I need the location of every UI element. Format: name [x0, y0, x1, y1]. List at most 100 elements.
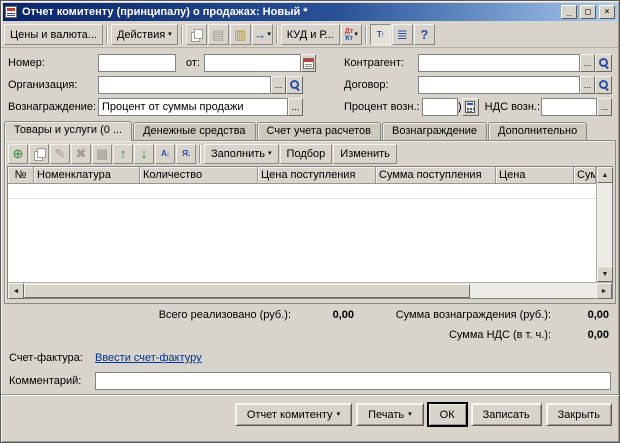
column-header-quantity[interactable]: Количество — [140, 167, 258, 184]
horizontal-scroll-track[interactable] — [24, 283, 596, 298]
tab-settlement-account[interactable]: Счет учета расчетов — [257, 122, 381, 140]
scroll-right-button[interactable]: ► — [596, 283, 612, 299]
grid-main: № Номенклатура Количество Цена поступлен… — [8, 167, 596, 282]
reports-icon: ▥ — [234, 28, 246, 41]
vat-reward-input[interactable] — [541, 98, 597, 116]
edit-row-button[interactable]: ✎ — [50, 144, 70, 164]
counterparty-group: Контрагент: ... — [344, 54, 612, 72]
pick-button[interactable]: Подбор — [280, 144, 333, 164]
date-input[interactable] — [204, 54, 301, 72]
close-button[interactable]: × — [599, 5, 615, 19]
tab-bar: Товары и услуги (0 ... Денежные средства… — [1, 120, 619, 140]
sort-ascending-button[interactable]: А↓ — [155, 144, 175, 164]
report-committent-button[interactable]: Отчет комитенту ▾ — [235, 403, 352, 426]
column-header-receipt-sum[interactable]: Сумма поступления — [376, 167, 496, 184]
comment-row: Комментарий: — [1, 368, 619, 394]
enter-invoice-link[interactable]: Ввести счет-фактуру — [95, 352, 202, 364]
prices-currency-button[interactable]: Цены и валюта... — [4, 24, 103, 45]
horizontal-scrollbar[interactable]: ◄ ► — [8, 282, 612, 298]
main-toolbar: Цены и валюта... Действия ▾ ▤ ▥ → ▾ КУД … — [1, 22, 619, 48]
vat-sum-label: Сумма НДС (в т. ч.): — [371, 329, 551, 341]
scroll-down-button[interactable]: ▼ — [597, 266, 613, 282]
scroll-left-button[interactable]: ◄ — [8, 283, 24, 299]
delete-icon: ✖ — [76, 147, 87, 160]
list-settings-button[interactable]: ≣ — [392, 24, 413, 45]
calendar-button[interactable] — [301, 54, 316, 72]
toolbar-separator — [365, 26, 367, 44]
reports-button[interactable]: ▥ — [230, 24, 251, 45]
counterparty-open-button[interactable] — [595, 54, 612, 72]
organization-input[interactable] — [98, 76, 271, 94]
change-button[interactable]: Изменить — [333, 144, 397, 164]
contract-select-button[interactable]: ... — [580, 76, 595, 94]
table-row[interactable] — [8, 184, 596, 199]
chevron-down-icon: ▾ — [408, 411, 412, 418]
date-from-label: от: — [186, 57, 204, 69]
counterparty-label: Контрагент: — [344, 57, 418, 69]
actions-button[interactable]: Действия ▾ — [111, 24, 178, 45]
pencil-icon: ✎ — [55, 147, 66, 160]
comment-input[interactable] — [95, 372, 611, 390]
reward-percent-input[interactable] — [422, 98, 458, 116]
scroll-up-button[interactable]: ▲ — [597, 167, 613, 183]
close-window-button[interactable]: Закрыть — [546, 403, 612, 426]
tab-additional[interactable]: Дополнительно — [488, 122, 587, 140]
sort-descending-icon: Я↓ — [182, 149, 190, 158]
save-button[interactable]: Записать — [471, 403, 542, 426]
reward-select-button[interactable]: ... — [288, 98, 303, 116]
vat-reward-label: НДС возн.: — [485, 101, 541, 113]
move-up-button[interactable]: ↑ — [113, 144, 133, 164]
items-table: № Номенклатура Количество Цена поступлен… — [7, 166, 613, 299]
minimize-button[interactable]: _ — [561, 5, 577, 19]
add-row-button[interactable]: ⊕ — [8, 144, 28, 164]
toolbar-separator — [199, 145, 201, 163]
total-sold-value: 0,00 — [296, 309, 354, 321]
reward-type-input[interactable] — [98, 98, 288, 116]
organization-select-button[interactable]: ... — [271, 76, 286, 94]
move-down-button[interactable]: ↓ — [134, 144, 154, 164]
help-button[interactable]: ? — [414, 24, 435, 45]
structure-button[interactable]: Т↑ — [370, 24, 391, 45]
table-view-button[interactable]: ▤ — [208, 24, 229, 45]
fill-button[interactable]: Заполнить ▾ — [204, 144, 279, 164]
tab-goods-services[interactable]: Товары и услуги (0 ... — [4, 121, 132, 141]
organization-label: Организация: — [8, 79, 98, 91]
tab-money[interactable]: Денежные средства — [133, 122, 255, 140]
vertical-scrollbar[interactable]: ▲ ▼ — [596, 167, 612, 282]
copy-row-button[interactable] — [29, 144, 49, 164]
sort-descending-button[interactable]: Я↓ — [176, 144, 196, 164]
go-to-button[interactable]: → ▾ — [252, 24, 273, 45]
calendar-icon — [303, 58, 314, 69]
table-body[interactable] — [8, 184, 596, 282]
contract-open-button[interactable] — [595, 76, 612, 94]
column-header-sum[interactable]: Сумма — [574, 167, 596, 184]
kud-button[interactable]: КУД и Р... — [281, 24, 340, 45]
reward-percent-label: Процент возн.: — [344, 101, 422, 113]
sort-ascending-icon: А↓ — [161, 149, 169, 158]
counterparty-input[interactable] — [418, 54, 580, 72]
delete-row-button[interactable]: ✖ — [71, 144, 91, 164]
ok-button[interactable]: ОК — [428, 403, 467, 426]
print-button[interactable]: Печать ▾ — [356, 403, 424, 426]
chevron-down-icon: ▾ — [354, 31, 358, 38]
contract-input[interactable] — [418, 76, 580, 94]
toolbar-separator — [106, 26, 108, 44]
vat-select-button[interactable]: ... — [597, 98, 612, 116]
calculator-button[interactable] — [462, 98, 479, 116]
number-input[interactable] — [98, 54, 176, 72]
column-header-number[interactable]: № — [8, 167, 34, 184]
vertical-scroll-track[interactable] — [597, 183, 612, 266]
end-edit-button[interactable]: ▦ — [92, 144, 112, 164]
dtkt-postings-button[interactable]: Дт Кт ▾ — [341, 24, 362, 45]
copy-document-button[interactable] — [186, 24, 207, 45]
comment-label: Комментарий: — [9, 375, 95, 387]
maximize-button[interactable]: □ — [580, 5, 596, 19]
column-header-price[interactable]: Цена — [496, 167, 574, 184]
column-header-receipt-price[interactable]: Цена поступления — [258, 167, 376, 184]
counterparty-select-button[interactable]: ... — [580, 54, 595, 72]
organization-open-button[interactable] — [286, 76, 303, 94]
tab-reward[interactable]: Вознаграждение — [382, 122, 487, 140]
horizontal-scroll-thumb[interactable] — [24, 284, 470, 298]
dtkt-icon: Дт Кт — [345, 28, 353, 42]
column-header-nomenclature[interactable]: Номенклатура — [34, 167, 140, 184]
